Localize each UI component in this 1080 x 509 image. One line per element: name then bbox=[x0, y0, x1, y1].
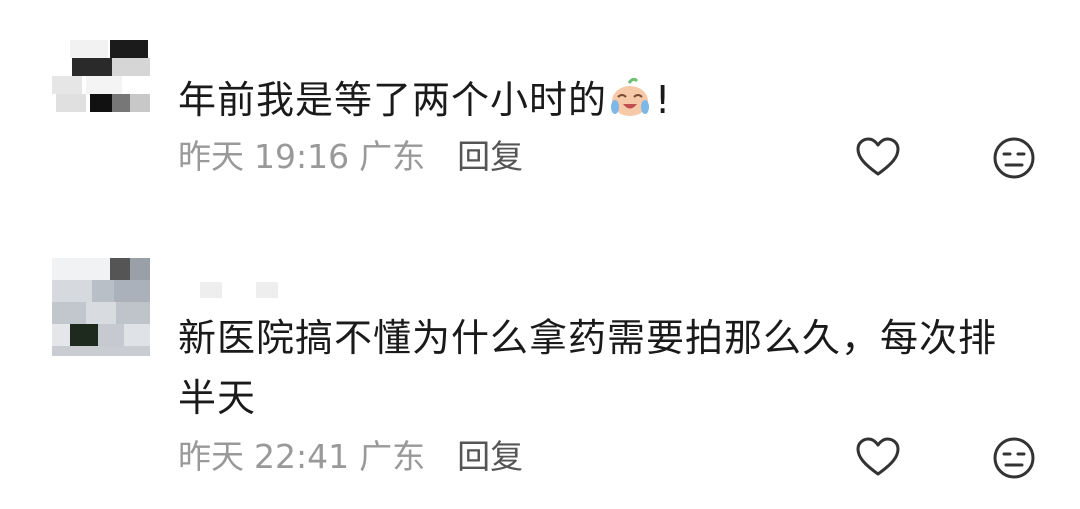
reply-button[interactable]: 回复 bbox=[457, 137, 523, 176]
reply-button[interactable]: 回复 bbox=[457, 437, 523, 476]
heart-icon[interactable] bbox=[854, 134, 902, 182]
username-blurred[interactable] bbox=[200, 282, 280, 298]
meh-face-icon[interactable] bbox=[990, 434, 1038, 482]
avatar[interactable] bbox=[52, 258, 150, 356]
avatar[interactable] bbox=[52, 34, 150, 132]
comment-text: 年前我是等了两个小时的 ! bbox=[178, 70, 1020, 130]
comment-location: 广东 bbox=[359, 137, 426, 176]
comment-suffix: ! bbox=[655, 78, 672, 122]
comment-date: 昨天 bbox=[178, 437, 244, 476]
comment-meta: 昨天 22:41 广东 回复 bbox=[178, 437, 533, 477]
comment-text: 新医院搞不懂为什么拿药需要拍那么久，每次排半天 bbox=[178, 316, 998, 420]
comment-date: 昨天 bbox=[178, 137, 244, 176]
meh-face-icon[interactable] bbox=[990, 134, 1038, 182]
comment-time: 22:41 bbox=[254, 437, 350, 476]
comment-time: 19:16 bbox=[254, 137, 350, 176]
comment-body: 年前我是等了两个小时的 bbox=[178, 78, 608, 122]
comment-location: 广东 bbox=[359, 437, 426, 476]
comment-meta: 昨天 19:16 广东 回复 bbox=[178, 137, 533, 177]
crying-laughing-emoji-icon bbox=[611, 77, 650, 116]
heart-icon[interactable] bbox=[854, 434, 902, 482]
